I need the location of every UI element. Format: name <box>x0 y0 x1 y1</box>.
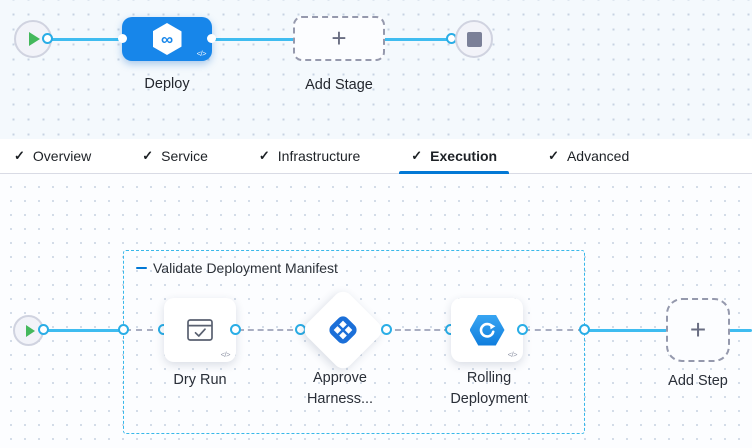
step-node-rolling-deployment[interactable]: </> <box>451 298 523 362</box>
tab-label: Infrastructure <box>278 148 360 164</box>
add-step-label: Add Step <box>668 371 728 392</box>
connector[interactable] <box>118 324 129 335</box>
stage-node-deploy[interactable]: ∞ </> <box>122 17 212 61</box>
exec-flow-line <box>729 329 752 332</box>
add-step-button[interactable]: + <box>666 298 730 362</box>
add-stage-label: Add Stage <box>305 77 373 93</box>
tab-label: Overview <box>33 148 91 164</box>
stage-in-port[interactable] <box>118 34 127 43</box>
check-icon: ✓ <box>259 148 270 164</box>
play-icon <box>29 32 40 46</box>
step-group-header[interactable]: Validate Deployment Manifest <box>136 260 338 276</box>
tab-execution[interactable]: ✓ Execution <box>399 139 509 173</box>
step-label-approve: Approve Harness... <box>307 368 373 410</box>
stage-label: Deploy <box>144 76 189 92</box>
deploy-stage-icon: ∞ <box>153 23 182 55</box>
connector[interactable] <box>381 324 392 335</box>
plus-icon: + <box>331 23 346 54</box>
check-icon: ✓ <box>14 148 25 164</box>
tab-service[interactable]: ✓ Service <box>130 139 220 173</box>
stage-config-tabs: ✓ Overview ✓ Service ✓ Infrastructure ✓ … <box>0 139 752 174</box>
plus-icon: + <box>690 314 706 346</box>
code-view-icon[interactable]: </> <box>221 350 230 359</box>
code-view-icon[interactable]: </> <box>508 350 517 359</box>
pipeline-end-node[interactable] <box>455 20 493 58</box>
dry-run-icon <box>186 317 214 343</box>
pipeline-studio: ∞ </> Deploy + Add Stage ✓ Overview ✓ Se… <box>0 0 752 448</box>
connector[interactable] <box>579 324 590 335</box>
play-icon <box>26 325 35 337</box>
check-icon: ✓ <box>411 148 422 164</box>
tab-infrastructure[interactable]: ✓ Infrastructure <box>247 139 372 173</box>
start-connector[interactable] <box>42 33 53 44</box>
stage-out-port[interactable] <box>207 34 216 43</box>
tab-advanced[interactable]: ✓ Advanced <box>536 139 641 173</box>
exec-flow-line <box>585 329 667 332</box>
execution-canvas[interactable]: Validate Deployment Manifest </> Dr <box>0 174 752 448</box>
connector[interactable] <box>230 324 241 335</box>
stage-flow-line <box>33 38 453 41</box>
stop-icon <box>467 32 482 47</box>
connector[interactable] <box>517 324 528 335</box>
tab-overview[interactable]: ✓ Overview <box>2 139 103 173</box>
check-icon: ✓ <box>548 148 559 164</box>
tab-label: Execution <box>430 148 497 164</box>
step-label-dry-run: Dry Run <box>173 370 226 391</box>
check-icon: ✓ <box>142 148 153 164</box>
exec-dashed-line <box>524 329 584 331</box>
rolling-deployment-icon <box>470 315 505 346</box>
step-node-dry-run[interactable]: </> <box>164 298 236 362</box>
tab-label: Advanced <box>567 148 629 164</box>
step-label-rolling-deployment: Rolling Deployment <box>450 368 527 410</box>
code-view-icon[interactable]: </> <box>197 49 206 58</box>
connector[interactable] <box>38 324 49 335</box>
collapse-icon[interactable] <box>136 267 147 270</box>
add-stage-button[interactable]: + <box>293 16 385 61</box>
stage-canvas[interactable]: ∞ </> Deploy + Add Stage <box>0 0 752 139</box>
approval-icon <box>326 313 360 347</box>
step-group-title: Validate Deployment Manifest <box>153 260 338 276</box>
tab-label: Service <box>161 148 208 164</box>
